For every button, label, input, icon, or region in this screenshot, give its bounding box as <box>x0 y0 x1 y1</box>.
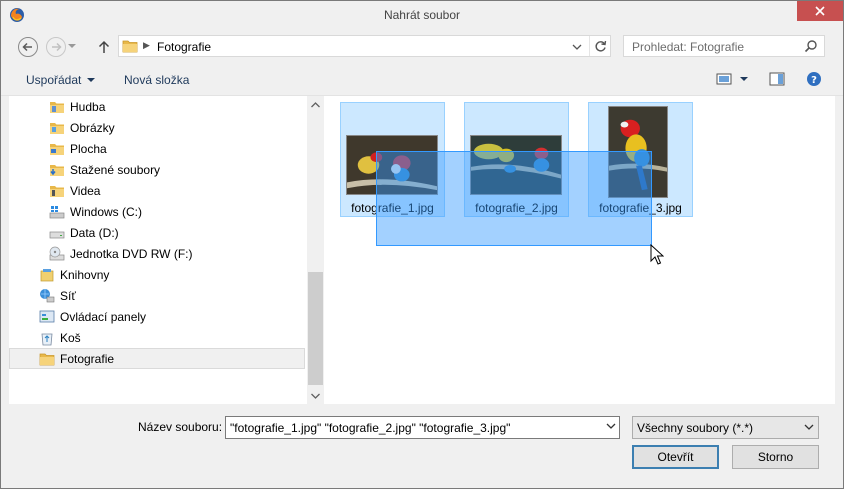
sidebar-item-label: Koš <box>60 330 81 345</box>
sidebar-item[interactable]: Videa <box>49 180 100 201</box>
new-folder-button[interactable]: Nová složka <box>124 73 189 87</box>
sidebar-item[interactable]: Hudba <box>49 96 105 117</box>
sidebar-item-label: Plocha <box>70 141 107 156</box>
navigation-scrollbar[interactable] <box>307 96 324 404</box>
pictures-folder-icon <box>49 120 65 136</box>
scroll-up-button[interactable] <box>307 96 324 113</box>
sidebar-item-label: Windows (C:) <box>70 204 143 219</box>
address-bar[interactable]: ▶ Fotografie <box>118 35 611 57</box>
help-icon[interactable]: ? <box>805 71 823 87</box>
sidebar-item-label: Hudba <box>70 99 106 114</box>
downloads-folder-icon <box>49 162 65 178</box>
navigation-pane: Hudba Obrázky Plocha Stažené soubory Videa Wi… <box>9 96 307 404</box>
sidebar-item-label: Fotografie <box>60 351 115 366</box>
scroll-thumb[interactable] <box>308 272 323 385</box>
sidebar-item-label: Data (D:) <box>70 225 119 240</box>
desktop-folder-icon <box>49 141 65 157</box>
chevron-down-icon <box>572 44 582 50</box>
search-box[interactable]: Prohledat: Fotografie <box>623 35 825 57</box>
breadcrumb-separator-icon[interactable]: ▶ <box>143 40 150 51</box>
sidebar-item-label: Videa <box>70 183 101 198</box>
sidebar-item[interactable]: Plocha <box>49 138 107 159</box>
chevron-down-icon <box>311 393 320 399</box>
sidebar-item[interactable]: Windows (C:) <box>49 201 142 222</box>
windows-drive-icon <box>49 204 65 220</box>
recycle-bin-icon <box>39 330 55 346</box>
selection-rectangle <box>376 151 652 246</box>
sidebar-item[interactable]: Fotografie <box>9 348 305 369</box>
sidebar-item[interactable]: Síť <box>39 285 76 306</box>
forward-arrow-icon <box>46 37 66 57</box>
folder-icon <box>122 40 138 53</box>
back-arrow-icon <box>18 37 38 57</box>
refresh-icon <box>595 40 607 51</box>
sidebar-item[interactable]: Ovládací panely <box>39 306 146 327</box>
sidebar-item[interactable]: Jednotka DVD RW (F:) <box>49 243 192 264</box>
address-dropdown-button[interactable] <box>570 40 584 54</box>
chevron-up-icon <box>311 101 320 107</box>
sidebar-item[interactable]: Obrázky <box>49 117 115 138</box>
sidebar-item-label: Ovládací panely <box>60 309 147 324</box>
window-title: Nahrát soubor <box>383 8 461 22</box>
control-panel-icon <box>39 309 55 325</box>
filename-input[interactable]: "fotografie_1.jpg" "fotografie_2.jpg" "f… <box>225 416 620 439</box>
music-folder-icon <box>49 99 65 115</box>
sidebar-item[interactable]: Data (D:) <box>49 222 119 243</box>
sidebar-item-label: Obrázky <box>70 120 115 135</box>
filename-value[interactable]: "fotografie_1.jpg" "fotografie_2.jpg" "f… <box>230 421 510 435</box>
svg-text:?: ? <box>811 75 817 86</box>
network-icon <box>39 288 55 304</box>
up-button[interactable] <box>93 36 115 58</box>
scroll-down-button[interactable] <box>307 387 324 404</box>
view-options-icon[interactable] <box>715 71 733 87</box>
mouse-cursor-icon <box>650 244 664 265</box>
chevron-down-icon <box>804 424 814 430</box>
command-bar: Uspořádat Nová složka ? <box>1 63 843 96</box>
sidebar-item-label: Síť <box>60 288 76 303</box>
breadcrumb-current[interactable]: Fotografie <box>157 40 211 54</box>
forward-button[interactable] <box>45 36 67 58</box>
close-icon <box>815 6 825 16</box>
videos-folder-icon <box>49 183 65 199</box>
filename-label: Název souboru: <box>138 420 223 434</box>
refresh-button[interactable] <box>589 36 611 56</box>
search-input[interactable]: Prohledat: Fotografie <box>632 40 744 54</box>
sidebar-item[interactable]: Stažené soubory <box>49 159 160 180</box>
libraries-icon <box>39 267 55 283</box>
back-button[interactable] <box>17 36 39 58</box>
sidebar-item[interactable]: Koš <box>39 327 81 348</box>
chevron-down-icon <box>87 78 96 82</box>
file-open-dialog: Nahrát soubor ▶ Fotografie Prohledat: Fo… <box>0 0 844 489</box>
sidebar-item-label: Jednotka DVD RW (F:) <box>70 246 193 261</box>
up-arrow-icon <box>98 40 110 53</box>
organize-label: Uspořádat <box>26 73 82 87</box>
file-list[interactable]: fotografie_1.jpg fotografie_2.jpg fotogr… <box>324 96 835 404</box>
cancel-button[interactable]: Storno <box>732 445 819 469</box>
view-dropdown-icon[interactable] <box>740 77 748 82</box>
organize-button[interactable]: Uspořádat <box>26 73 96 87</box>
recent-dropdown-icon[interactable] <box>68 44 76 50</box>
search-icon[interactable] <box>804 39 818 53</box>
dvd-drive-icon <box>49 246 65 262</box>
sidebar-item-label: Stažené soubory <box>70 162 161 177</box>
file-type-select[interactable]: Všechny soubory (*.*) <box>632 416 819 439</box>
close-button[interactable] <box>797 1 843 21</box>
chevron-down-icon[interactable] <box>606 423 616 429</box>
hard-drive-icon <box>49 225 65 241</box>
dialog-footer: Název souboru: "fotografie_1.jpg" "fotog… <box>1 404 843 488</box>
preview-pane-icon[interactable] <box>768 71 786 87</box>
open-button[interactable]: Otevřít <box>632 445 719 469</box>
file-type-value: Všechny soubory (*.*) <box>637 421 754 435</box>
sidebar-item[interactable]: Knihovny <box>39 264 109 285</box>
sidebar-item-label: Knihovny <box>60 267 110 282</box>
title-bar: Nahrát soubor <box>1 1 843 29</box>
navigation-bar: ▶ Fotografie Prohledat: Fotografie <box>1 29 843 63</box>
folder-icon <box>39 351 55 367</box>
